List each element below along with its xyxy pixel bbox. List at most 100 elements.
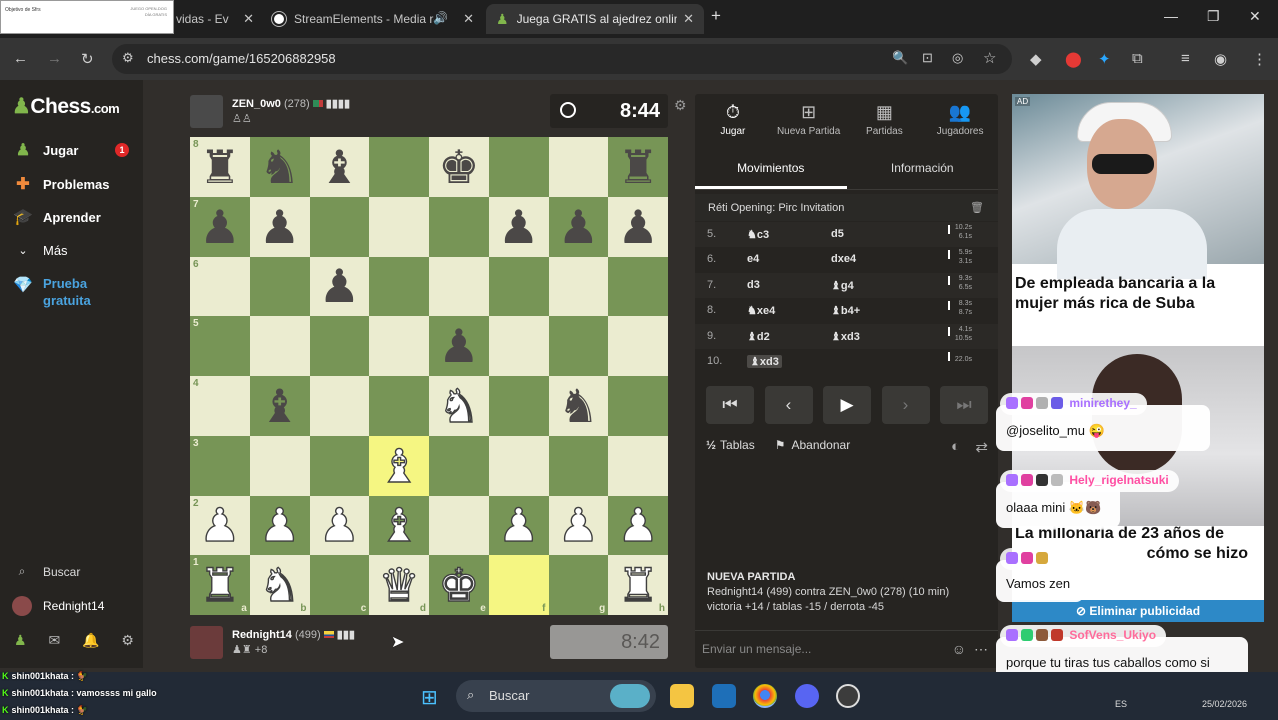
square-g6[interactable]	[548, 256, 609, 317]
square-b3[interactable]	[249, 435, 310, 496]
restore-icon[interactable]: ❐	[1207, 8, 1220, 25]
square-f1[interactable]: f	[488, 555, 549, 615]
square-h7[interactable]: ♟	[608, 196, 668, 257]
square-e7[interactable]	[429, 196, 489, 257]
remove-ads-button[interactable]: ⊘ Eliminar publicidad	[1012, 600, 1264, 622]
black-move[interactable]: dxe4	[831, 253, 856, 265]
square-a1[interactable]: 1 a ♜	[190, 555, 250, 615]
white-pawn-icon[interactable]: ♟	[557, 502, 600, 549]
white-pawn-icon[interactable]: ♟	[318, 502, 361, 549]
next-move-button[interactable]: ›	[881, 386, 930, 424]
emoji-icon[interactable]: ☺	[952, 641, 966, 657]
white-king-icon[interactable]: ♚	[438, 561, 481, 608]
bell-icon[interactable]: 🔔	[82, 632, 99, 649]
nav-mas[interactable]: ⌄ Más	[12, 238, 137, 262]
draw-button[interactable]: Tablas	[720, 438, 755, 452]
square-h6[interactable]	[608, 256, 668, 317]
square-h4[interactable]	[608, 376, 668, 436]
file-explorer-icon[interactable]	[670, 684, 694, 708]
square-d5[interactable]	[369, 316, 429, 376]
square-d8[interactable]	[369, 137, 429, 197]
previous-move-button[interactable]: ‹	[764, 386, 813, 424]
white-move[interactable]: ♝d2	[747, 330, 770, 343]
adblock-icon[interactable]: ⬤	[1065, 50, 1082, 68]
white-pawn-icon[interactable]: ♟	[199, 502, 242, 549]
reload-icon[interactable]: ↻	[81, 50, 94, 68]
square-h5[interactable]	[608, 316, 668, 376]
taskbar-date[interactable]: 25/02/2026	[1202, 699, 1247, 709]
square-c1[interactable]: c	[309, 555, 370, 615]
user-name[interactable]: Rednight14 (499) ▮▮▮	[232, 628, 355, 641]
chess-board[interactable]: 8 ♜ ♞ ♝ ♚ ♜ 7 ♟ ♟ ♟ ♟ ♟ 6 ♟ 5 ♟ 4 ♝ ♞ ♞ 3 ♝ 2 ♟ ♟ ♟ ♝ ♟ ♟ ♟ 1 a ♜ b ♞ c d ♛ e ♚…	[190, 137, 668, 615]
square-d2[interactable]: ♝	[369, 495, 429, 556]
resign-button[interactable]: Abandonar	[791, 438, 850, 452]
square-c5[interactable]	[309, 316, 370, 376]
square-f3[interactable]	[488, 435, 549, 496]
nav-aprender[interactable]: 🎓 Aprender	[12, 205, 137, 229]
tab-jugadores[interactable]: 👥 Jugadores	[922, 94, 998, 144]
forward-icon[interactable]: →	[47, 50, 62, 67]
square-f8[interactable]	[488, 137, 549, 197]
close-window-icon[interactable]: ✕	[1249, 8, 1261, 25]
language-indicator[interactable]: ES	[1115, 699, 1127, 709]
white-queen-icon[interactable]: ♛	[378, 561, 421, 608]
minimize-icon[interactable]: —	[1164, 8, 1178, 24]
square-e1[interactable]: e ♚	[429, 555, 489, 615]
square-g2[interactable]: ♟	[548, 495, 609, 556]
black-knight-icon[interactable]: ♞	[259, 144, 300, 190]
more-icon[interactable]: ⋯	[974, 641, 988, 658]
black-move[interactable]: ♝b4+	[831, 304, 860, 317]
user-avatar[interactable]	[190, 626, 223, 659]
black-move[interactable]: ♝g4	[831, 279, 854, 292]
square-g1[interactable]: g	[548, 555, 609, 615]
black-pawn-icon[interactable]: ♟	[498, 204, 539, 250]
square-b5[interactable]	[249, 316, 310, 376]
black-move[interactable]: ♝xd3	[831, 330, 860, 343]
trash-icon[interactable]: 🗑	[970, 201, 984, 214]
chrome-icon[interactable]	[753, 684, 777, 708]
play-button[interactable]: ▶	[823, 386, 871, 424]
opponent-avatar[interactable]	[190, 95, 223, 128]
square-c3[interactable]	[309, 435, 370, 496]
square-b4[interactable]: ♝	[249, 376, 310, 436]
square-a5[interactable]: 5	[190, 316, 250, 376]
white-rook-icon[interactable]: ♜	[617, 561, 660, 608]
nav-problemas[interactable]: ✚ Problemas	[12, 172, 137, 196]
square-c4[interactable]	[309, 376, 370, 436]
tab-2[interactable]: StreamElements - Media re 🔊 ✕	[262, 4, 484, 34]
obs-icon[interactable]	[836, 684, 860, 708]
square-f4[interactable]	[488, 376, 549, 436]
square-e8[interactable]: ♚	[429, 137, 489, 197]
square-h1[interactable]: h ♜	[608, 555, 668, 615]
white-move[interactable]: d3	[747, 279, 760, 291]
square-d3[interactable]: ♝	[369, 435, 429, 496]
chat-input[interactable]: Enviar un mensaje... ☺ ⋯	[695, 630, 998, 668]
windows-start-icon[interactable]: ⊞	[421, 685, 438, 710]
url-text[interactable]: chess.com/game/165206882958	[147, 51, 336, 66]
advertisement[interactable]: AD De empleada bancaria a la mujer más r…	[1012, 94, 1264, 622]
square-h2[interactable]: ♟	[608, 495, 668, 556]
black-rook-icon[interactable]: ♜	[618, 144, 659, 190]
translate-extension-icon[interactable]: ✦	[1098, 50, 1111, 68]
new-tab-button[interactable]: +	[711, 6, 721, 26]
taskbar-search[interactable]: ⌕ Buscar	[456, 680, 656, 712]
flip-board-icon[interactable]: ⇄	[975, 438, 988, 456]
close-tab-icon[interactable]: ✕	[243, 11, 254, 27]
white-bishop-icon[interactable]: ♝	[378, 502, 421, 549]
square-e2[interactable]	[429, 495, 489, 556]
sidebar-search[interactable]: ⌕ Buscar	[12, 564, 137, 579]
tab-nueva-partida[interactable]: ⊞ Nueva Partida	[771, 94, 847, 144]
square-b6[interactable]	[249, 256, 310, 317]
white-pawn-icon[interactable]: ♟	[497, 502, 540, 549]
zoom-icon[interactable]: 🔍	[892, 50, 908, 66]
square-e5[interactable]: ♟	[429, 316, 489, 376]
square-d7[interactable]	[369, 196, 429, 257]
square-a8[interactable]: 8 ♜	[190, 137, 250, 197]
black-bishop-icon[interactable]: ♝	[259, 383, 300, 429]
square-c2[interactable]: ♟	[309, 495, 370, 556]
black-pawn-icon[interactable]: ♟	[618, 204, 659, 250]
tab-partidas[interactable]: ▦ Partidas	[847, 94, 923, 144]
sidebar-user[interactable]: Rednight14	[12, 596, 137, 616]
square-b1[interactable]: b ♞	[249, 555, 310, 615]
square-e4[interactable]: ♞	[429, 376, 489, 436]
